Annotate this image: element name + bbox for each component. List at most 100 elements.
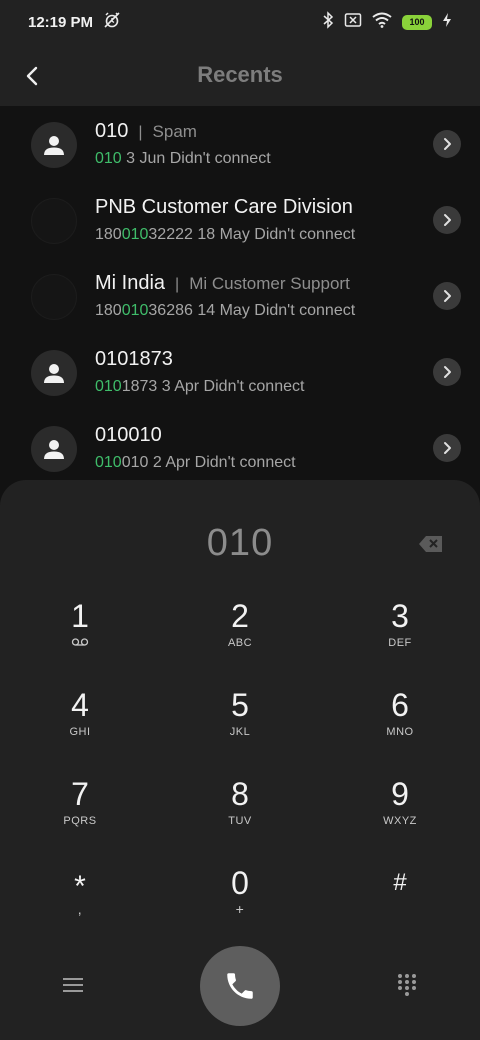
key-1[interactable]: 1 [20,598,140,678]
key-hash[interactable]: # [340,865,460,945]
call-button[interactable] [200,946,280,1026]
app-bar: Recents [0,44,480,106]
key-0[interactable]: 0 + [180,865,300,945]
list-item-text: 0101873 0101873 3 Apr Didn't connect [95,348,425,396]
key-digit: 8 [231,776,249,812]
back-arrow-icon [26,66,38,86]
contact-name: PNB Customer Care Division [95,196,353,218]
key-letters: TUV [228,815,252,827]
number-prefix: 180 [95,302,122,319]
dialer-bottom-bar [0,946,480,1026]
avatar [31,274,77,320]
charging-icon [442,12,452,33]
status-time: 12:19 PM [28,13,94,31]
list-item[interactable]: 0101873 0101873 3 Apr Didn't connect [0,334,480,410]
list-item-text: PNB Customer Care Division 18001032222 1… [95,196,425,244]
person-icon [44,136,64,155]
key-8[interactable]: 8 TUV [180,776,300,856]
list-item[interactable]: PNB Customer Care Division 18001032222 1… [0,182,480,258]
keypad-toggle-button[interactable] [392,970,422,1000]
number-suffix: 36286 [148,302,193,319]
phone-icon [227,973,253,999]
back-button[interactable] [12,56,52,96]
backspace-button[interactable] [416,532,446,556]
key-4[interactable]: 4 GHI [20,687,140,767]
person-icon [44,364,64,383]
chevron-right-icon [444,214,451,226]
key-digit: 6 [391,687,409,723]
avatar [31,426,77,472]
dialer-panel: 010 1 2 ABC 3 DEF 4 GHI 5 JKL 6 MNO 7 PQ… [0,480,480,1040]
key-star[interactable]: * , [20,865,140,945]
recents-list: 010 | Spam 010 3 Jun Didn't connect PNB [0,106,480,486]
chevron-right-icon [444,442,451,454]
contact-name: Mi India [95,272,166,294]
number-suffix: 1873 [121,378,158,395]
chevron-right-icon [444,138,451,150]
key-9[interactable]: 9 WXYZ [340,776,460,856]
list-item-text: Mi India | Mi Customer Support 180010362… [95,272,425,320]
key-5[interactable]: 5 JKL [180,687,300,767]
sim-off-icon [344,12,362,33]
key-letters: WXYZ [383,815,417,827]
status-bar: 12:19 PM 100 [0,0,480,44]
avatar [31,350,77,396]
contact-name: 0101873 [95,348,173,370]
key-3[interactable]: 3 DEF [340,598,460,678]
contact-name: 010 [95,120,129,142]
key-digit: * [74,870,86,903]
person-icon [44,440,64,459]
key-digit: # [393,869,407,896]
details-button[interactable] [433,282,461,310]
list-item[interactable]: 010010 010010 2 Apr Didn't connect [0,410,480,486]
key-letters: ABC [227,637,253,649]
number-match: 010 [121,226,149,243]
menu-button[interactable] [58,972,88,998]
page-title: Recents [197,62,283,87]
details-button[interactable] [433,358,461,386]
key-digit: 4 [71,687,89,723]
key-digit: 2 [231,598,249,634]
number-suffix: 32222 [148,226,193,243]
key-letters: + [235,901,245,917]
key-letters: JKL [229,726,251,738]
call-detail: 3 Jun Didn't connect [126,150,271,167]
status-right: 100 [322,10,452,34]
list-item-text: 010 | Spam 010 3 Jun Didn't connect [95,120,425,168]
details-button[interactable] [433,130,461,158]
key-digit: 0 [231,865,249,901]
alarm-off-icon [103,11,121,34]
number-match: 010 [121,302,149,319]
call-detail: 14 May Didn't connect [197,302,356,319]
separator: | [175,276,180,293]
wifi-icon [372,12,392,33]
key-digit: 7 [71,776,89,812]
list-item[interactable]: Mi India | Mi Customer Support 180010362… [0,258,480,334]
backspace-icon [419,536,442,552]
call-detail: 18 May Didn't connect [197,226,356,243]
phone-screen: 12:19 PM 100 Recents 010 | Spam 010 3 Ju… [0,0,480,1040]
chevron-right-icon [444,366,451,378]
number-suffix: 010 [121,454,149,471]
key-digit: 3 [391,598,409,634]
contact-tag: Spam [152,122,197,141]
details-button[interactable] [433,206,461,234]
key-digit: 9 [391,776,409,812]
call-detail: 2 Apr Didn't connect [152,454,296,471]
key-letters: DEF [388,637,412,649]
key-letters: PQRS [63,815,97,827]
list-item[interactable]: 010 | Spam 010 3 Jun Didn't connect [0,106,480,182]
key-2[interactable]: 2 ABC [180,598,300,678]
dial-input[interactable]: 010 [0,522,480,572]
number-match: 010 [95,378,122,395]
number-prefix: 180 [95,226,122,243]
avatar [31,122,77,168]
list-item-text: 010010 010010 2 Apr Didn't connect [95,424,425,472]
key-letters: MNO [386,726,414,738]
details-button[interactable] [433,434,461,462]
contact-tag: Mi Customer Support [189,274,350,293]
contact-name: 010010 [95,424,162,446]
key-6[interactable]: 6 MNO [340,687,460,767]
menu-icon [63,978,83,992]
key-7[interactable]: 7 PQRS [20,776,140,856]
